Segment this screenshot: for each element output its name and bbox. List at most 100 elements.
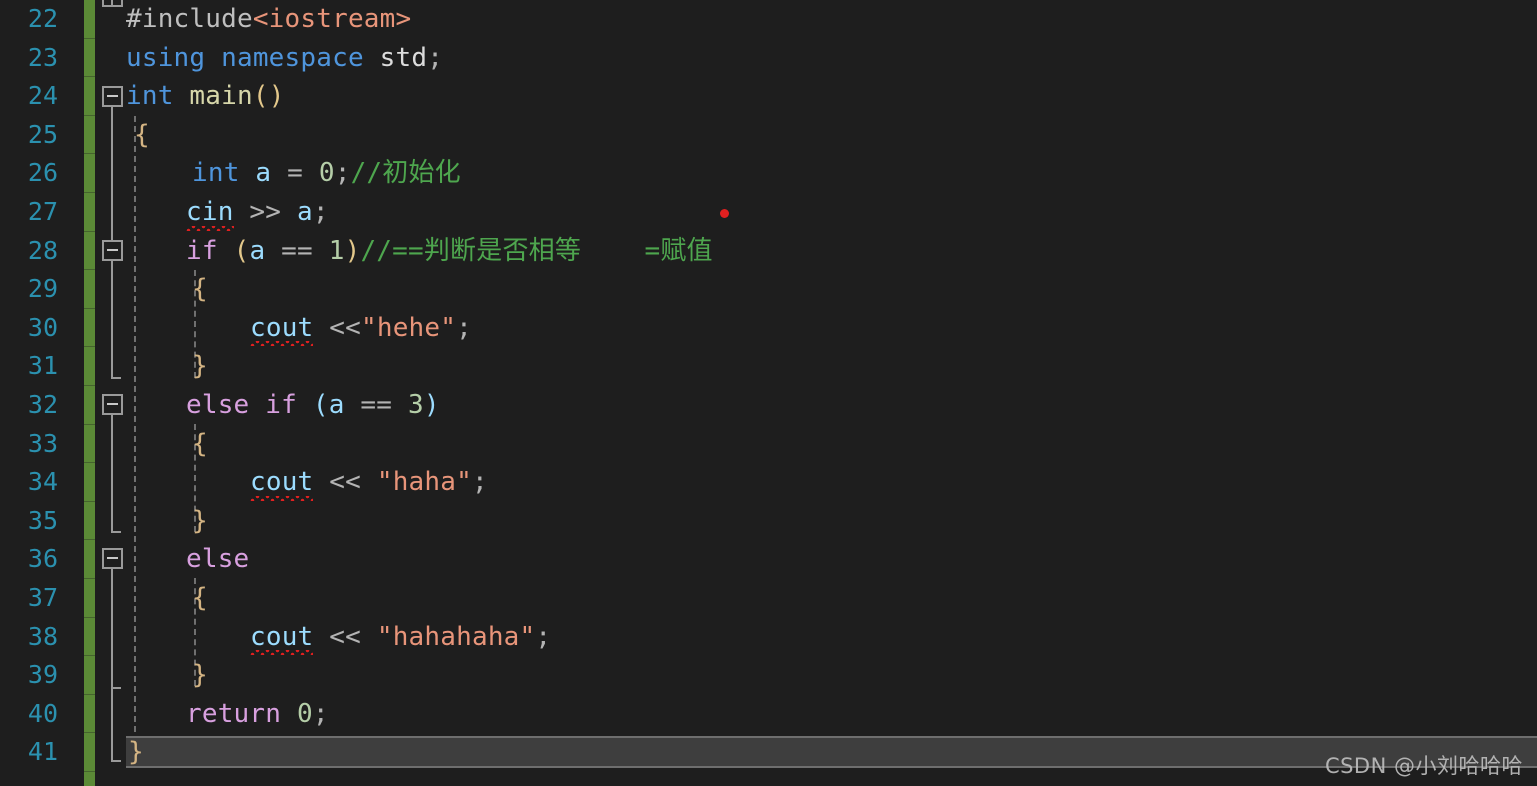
brace: { <box>192 583 208 613</box>
punctuation: ; <box>334 158 351 189</box>
operator: == <box>265 235 329 266</box>
operator: == <box>344 390 408 420</box>
change-bar-segment <box>84 232 95 271</box>
line-number: 41 <box>27 737 58 767</box>
punctuation: ; <box>471 467 488 498</box>
change-bar-segment <box>84 656 95 695</box>
code-line-28[interactable]: if (a == 1)//==判断是否相等 =赋值 <box>126 232 1537 271</box>
fold-range-line <box>111 261 113 379</box>
line-number: 37 <box>27 583 58 612</box>
code-text-area[interactable]: #include<iostream> using namespace std; … <box>126 0 1537 786</box>
fold-range-end <box>111 377 121 379</box>
code-line-32[interactable]: else if (a == 3) <box>126 386 1537 425</box>
brace: } <box>128 737 144 768</box>
change-bar-segment <box>84 309 95 348</box>
identifier-cout-with-error: cout <box>250 618 314 657</box>
code-line-22[interactable]: #include<iostream> <box>126 0 1537 39</box>
code-line-40[interactable]: return 0; <box>126 695 1537 734</box>
code-line-25[interactable]: { <box>126 116 1537 155</box>
change-bar-segment <box>84 425 95 464</box>
fold-toggle-icon-line-24[interactable] <box>102 86 123 107</box>
change-bar-segment <box>84 540 95 579</box>
change-bar-segment <box>84 0 95 39</box>
number-literal: 3 <box>407 390 424 420</box>
line-number-gutter: 22 23 24 25 26 27 28 29 30 31 32 33 34 3… <box>0 0 72 786</box>
code-folding-gutter[interactable] <box>100 0 126 786</box>
change-bar-segment <box>84 695 95 734</box>
include-header: <iostream> <box>252 4 412 34</box>
change-bar-segment <box>84 733 95 772</box>
brace: { <box>192 274 208 305</box>
number-literal: 0 <box>281 698 313 729</box>
fold-toggle-icon-line-32[interactable] <box>102 394 123 415</box>
function-name: main <box>173 81 253 112</box>
code-line-41[interactable]: } <box>126 733 1537 772</box>
fold-toggle-icon-line-36[interactable] <box>102 548 123 569</box>
change-bar-segment <box>84 386 95 425</box>
punctuation: ; <box>456 312 472 343</box>
fold-range-line <box>111 415 113 533</box>
change-bar-segment <box>84 39 95 78</box>
keyword: int <box>126 81 174 112</box>
code-line-39[interactable]: } <box>126 656 1537 695</box>
line-number: 36 <box>27 544 58 574</box>
line-number: 31 <box>27 351 58 381</box>
code-line-37[interactable]: { <box>126 579 1537 618</box>
operator: << <box>313 312 361 343</box>
change-bar-segment <box>84 347 95 386</box>
change-bar-segment <box>84 579 95 618</box>
code-line-34[interactable]: cout << "haha"; <box>126 463 1537 502</box>
keyword-else: else <box>186 544 250 575</box>
change-bar-segment <box>84 154 95 193</box>
code-line-23[interactable]: using namespace std; <box>126 39 1537 78</box>
change-bar-segment <box>84 193 95 232</box>
identifier-cout-with-error: cout <box>250 463 314 502</box>
line-number: 28 <box>27 235 58 265</box>
identifier-cin-with-error: cin <box>186 193 234 232</box>
fold-range-end-outer <box>111 760 121 762</box>
code-editor[interactable]: 22 23 24 25 26 27 28 29 30 31 32 33 34 3… <box>0 0 1537 786</box>
punctuation: () <box>252 81 285 112</box>
change-bar-segment <box>84 77 95 116</box>
change-bar-segment <box>84 116 95 155</box>
change-indicator-bar <box>84 0 95 786</box>
variable: a <box>249 235 266 266</box>
code-line-29[interactable]: { <box>126 270 1537 309</box>
keyword-else-if: else if <box>186 390 297 420</box>
number-literal: 0 <box>318 158 335 189</box>
preprocessor-directive: #include <box>126 4 253 34</box>
red-dot-marker <box>720 209 729 218</box>
code-line-31[interactable]: } <box>126 347 1537 386</box>
operator: << <box>313 467 377 498</box>
punctuation: ( <box>217 235 250 266</box>
punctuation: ; <box>312 197 329 227</box>
code-line-24[interactable]: int main() <box>126 77 1537 116</box>
identifier-cout-with-error: cout <box>250 309 314 348</box>
change-bar-segment <box>84 463 95 502</box>
code-line-36[interactable]: else <box>126 540 1537 579</box>
operator: = <box>287 158 319 189</box>
fold-range-line <box>111 0 113 6</box>
line-number: 24 <box>27 81 58 111</box>
brace: } <box>192 351 208 382</box>
variable: a <box>296 197 313 227</box>
code-line-26[interactable]: int a = 0;//初始化 <box>126 154 1537 193</box>
code-line-35[interactable]: } <box>126 502 1537 541</box>
punctuation: ; <box>535 621 552 652</box>
punctuation: ) <box>344 235 361 266</box>
keyword-return: return <box>186 698 282 729</box>
code-line-30[interactable]: cout <<"hehe"; <box>126 309 1537 348</box>
line-number: 30 <box>27 312 58 342</box>
fold-toggle-icon-line-28[interactable] <box>102 240 123 261</box>
code-line-27[interactable]: cin >> a; <box>126 193 1537 232</box>
code-line-33[interactable]: { <box>126 425 1537 464</box>
punctuation: ) <box>423 390 440 420</box>
variable: a <box>239 158 288 189</box>
brace: { <box>192 428 208 459</box>
operator: >> <box>233 197 297 227</box>
line-number: 33 <box>27 428 58 458</box>
code-line-38[interactable]: cout << "hahahaha"; <box>126 618 1537 657</box>
line-number: 32 <box>27 390 58 419</box>
line-number: 39 <box>27 660 58 690</box>
line-number: 22 <box>27 4 58 33</box>
